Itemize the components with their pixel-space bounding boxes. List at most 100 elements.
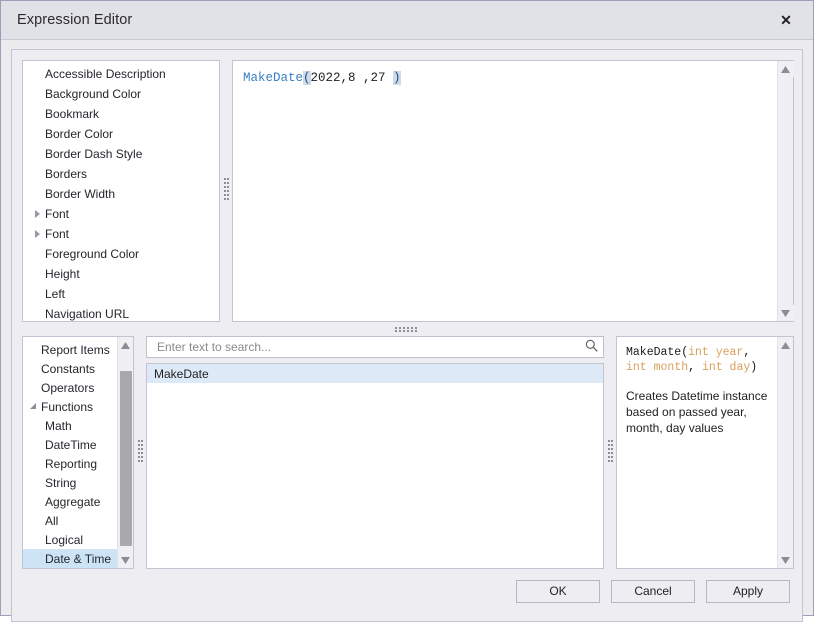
chevron-right-icon[interactable]	[34, 210, 41, 218]
category-tree-item[interactable]: Date & Time	[23, 549, 117, 568]
property-label: Accessible Description	[45, 67, 219, 81]
scroll-down-icon[interactable]	[778, 552, 794, 568]
property-row[interactable]: Border Width	[23, 184, 219, 204]
function-list[interactable]: MakeDate	[146, 363, 604, 569]
bottom-region: Report Items Constants OperatorsFunctions M…	[22, 336, 794, 569]
category-tree-label: DateTime	[45, 438, 97, 452]
property-row[interactable]: Font	[23, 204, 219, 224]
description-vertical-scrollbar[interactable]	[777, 337, 793, 568]
category-tree-label: Math	[45, 419, 72, 433]
chevron-right-icon[interactable]	[34, 230, 41, 238]
search-input[interactable]	[155, 339, 585, 355]
expression-token: (	[303, 71, 311, 85]
property-row[interactable]: Left	[23, 284, 219, 304]
category-tree-label: Report Items	[41, 343, 110, 357]
description-panel: MakeDate(int year, int month, int day) C…	[616, 336, 794, 569]
vertical-splitter-left[interactable]	[220, 60, 232, 322]
window-titlebar: Expression Editor ✕	[1, 1, 813, 40]
signature-part: ,	[688, 361, 702, 374]
property-row[interactable]: Bookmark	[23, 104, 219, 124]
property-row[interactable]: Background Color	[23, 84, 219, 104]
expression-token: )	[393, 71, 401, 85]
splitter-grip-icon	[224, 178, 229, 204]
vertical-splitter-desc[interactable]	[604, 336, 616, 569]
property-label: Font	[45, 227, 219, 241]
category-tree-panel[interactable]: Report Items Constants OperatorsFunctions M…	[22, 336, 134, 569]
expression-editor-area[interactable]: MakeDate(2022,8 ,27 )	[232, 60, 794, 322]
signature-part: int year	[688, 346, 743, 359]
search-icon[interactable]	[585, 339, 598, 355]
category-tree-label: All	[45, 514, 58, 528]
property-row[interactable]: Borders	[23, 164, 219, 184]
category-tree-label: Date & Time	[45, 552, 111, 566]
category-tree-item[interactable]: Math	[23, 416, 117, 435]
category-tree-item[interactable]: Operators	[23, 378, 117, 397]
property-expander[interactable]	[29, 230, 45, 238]
close-icon[interactable]: ✕	[773, 8, 799, 32]
splitter-grip-icon	[395, 327, 421, 332]
category-tree-label: Constants	[41, 362, 95, 376]
category-tree-item[interactable]: Functions	[23, 397, 117, 416]
chevron-down-icon[interactable]	[30, 403, 38, 411]
scroll-up-icon[interactable]	[118, 337, 134, 353]
scroll-down-icon[interactable]	[118, 552, 134, 568]
property-row[interactable]: Height	[23, 264, 219, 284]
scrollbar-thumb[interactable]	[120, 371, 132, 546]
window-title: Expression Editor	[17, 12, 132, 28]
signature-part: ,	[743, 346, 750, 359]
horizontal-splitter[interactable]	[22, 322, 794, 336]
property-row[interactable]: Font	[23, 224, 219, 244]
function-signature: MakeDate(int year, int month, int day)	[626, 345, 771, 375]
tree-vertical-scrollbar[interactable]	[117, 337, 133, 568]
category-tree[interactable]: Report Items Constants OperatorsFunctions M…	[23, 337, 117, 568]
property-list[interactable]: Accessible Description Background Color Bo…	[22, 60, 220, 322]
category-tree-label: String	[45, 476, 76, 490]
expression-token: 2022,8 ,27	[311, 71, 394, 85]
splitter-grip-icon	[138, 440, 143, 466]
search-box[interactable]	[146, 336, 604, 358]
signature-part: int day	[702, 361, 750, 374]
property-label: Background Color	[45, 87, 219, 101]
function-list-item[interactable]: MakeDate	[147, 364, 603, 383]
tree-expander[interactable]	[27, 403, 41, 411]
property-label: Bookmark	[45, 107, 219, 121]
property-label: Border Dash Style	[45, 147, 219, 161]
scroll-up-icon[interactable]	[778, 337, 794, 353]
property-row[interactable]: Foreground Color	[23, 244, 219, 264]
property-label: Navigation URL	[45, 307, 219, 321]
property-label: Border Width	[45, 187, 219, 201]
scroll-up-icon[interactable]	[778, 61, 794, 77]
property-expander[interactable]	[29, 210, 45, 218]
expression-token: MakeDate	[243, 71, 303, 85]
category-tree-item[interactable]: All	[23, 511, 117, 530]
category-tree-item[interactable]: Constants	[23, 359, 117, 378]
expression-text[interactable]: MakeDate(2022,8 ,27 )	[233, 61, 777, 321]
scroll-down-icon[interactable]	[778, 305, 794, 321]
category-tree-item[interactable]: Reporting	[23, 454, 117, 473]
scrollbar-track[interactable]	[118, 353, 134, 552]
property-row[interactable]: Accessible Description	[23, 64, 219, 84]
vertical-splitter-tree[interactable]	[134, 336, 146, 569]
signature-part: )	[750, 361, 757, 374]
category-tree-label: Aggregate	[45, 495, 100, 509]
apply-button[interactable]: Apply	[706, 580, 790, 603]
category-tree-item[interactable]: Report Items	[23, 340, 117, 359]
category-tree-label: Reporting	[45, 457, 97, 471]
category-tree-item[interactable]: String	[23, 473, 117, 492]
category-tree-item[interactable]: DateTime	[23, 435, 117, 454]
expression-vertical-scrollbar[interactable]	[777, 61, 793, 321]
ok-button[interactable]: OK	[516, 580, 600, 603]
property-row[interactable]: Border Dash Style	[23, 144, 219, 164]
function-description: Creates Datetime instance based on passe…	[626, 388, 771, 436]
scrollbar-track[interactable]	[778, 353, 794, 552]
property-label: Border Color	[45, 127, 219, 141]
splitter-grip-icon	[608, 440, 613, 466]
property-label: Borders	[45, 167, 219, 181]
category-tree-item[interactable]: Aggregate	[23, 492, 117, 511]
cancel-button[interactable]: Cancel	[611, 580, 695, 603]
category-tree-item[interactable]: Logical	[23, 530, 117, 549]
property-row[interactable]: Navigation URL	[23, 304, 219, 322]
description-content: MakeDate(int year, int month, int day) C…	[617, 337, 777, 568]
scrollbar-track[interactable]	[778, 77, 794, 305]
property-row[interactable]: Border Color	[23, 124, 219, 144]
